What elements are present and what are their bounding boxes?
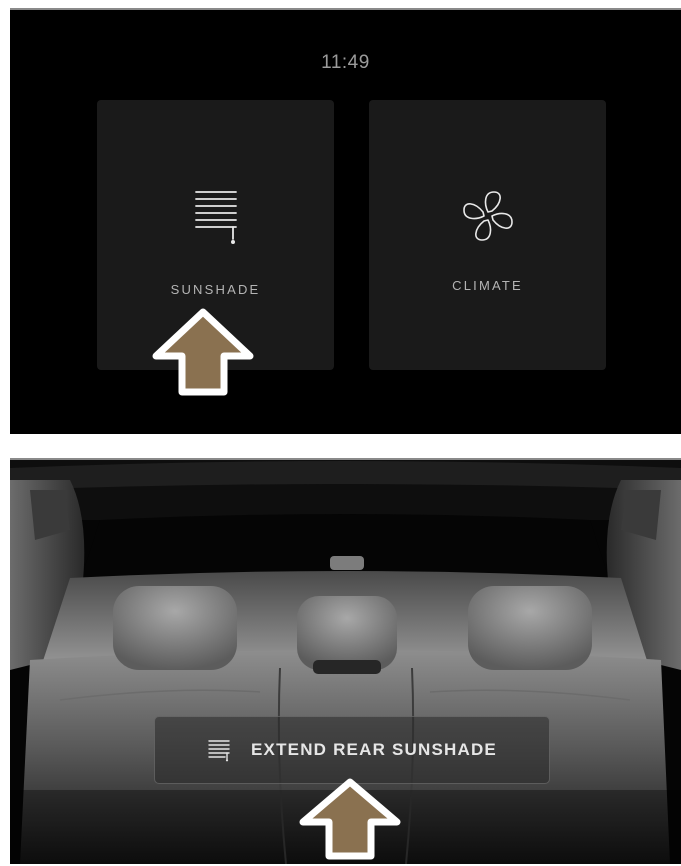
home-screen: 11:49 SUNSHADE CLIMATE xyxy=(10,8,681,434)
sunshade-icon xyxy=(207,738,231,762)
sunshade-tile-label: SUNSHADE xyxy=(170,282,261,297)
sunshade-icon xyxy=(97,186,334,246)
clock: 11:49 xyxy=(321,52,370,73)
climate-tile-label: CLIMATE xyxy=(452,278,523,293)
extend-rear-sunshade-label: EXTEND REAR SUNSHADE xyxy=(251,740,497,759)
pointer-arrow-icon xyxy=(150,306,256,402)
extend-rear-sunshade-button[interactable]: EXTEND REAR SUNSHADE xyxy=(154,716,550,784)
fan-icon xyxy=(369,186,606,246)
climate-tile[interactable]: CLIMATE xyxy=(369,100,606,370)
pointer-arrow-icon xyxy=(297,776,403,866)
